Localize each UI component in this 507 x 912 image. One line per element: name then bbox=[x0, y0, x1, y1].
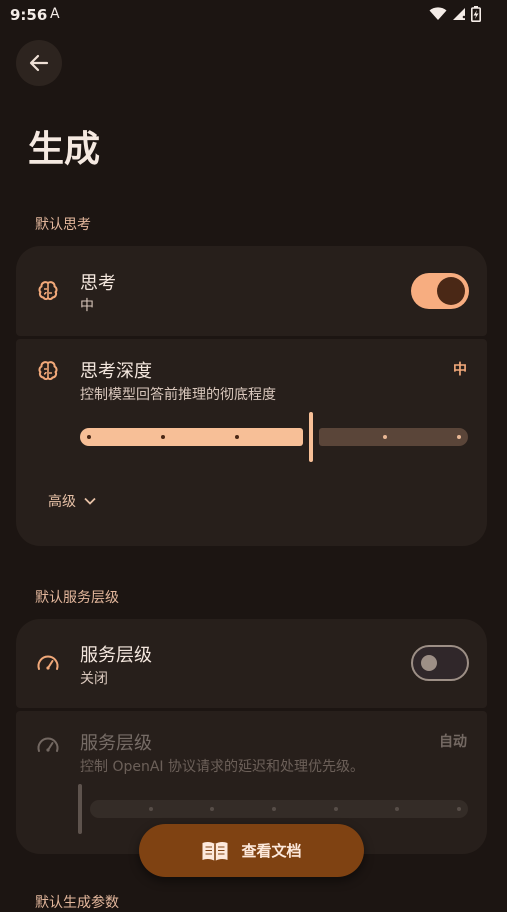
section-label-thinking: 默认思考 bbox=[35, 217, 91, 233]
thinking-depth-value: 中 bbox=[453, 362, 467, 378]
service-tier-value: 关闭 bbox=[80, 671, 108, 687]
service-tier-toggle-row[interactable]: 服务层级 关闭 bbox=[16, 619, 487, 708]
battery-icon bbox=[471, 6, 481, 22]
slider-thumb[interactable] bbox=[309, 412, 313, 462]
view-docs-label: 查看文档 bbox=[241, 842, 302, 860]
switch-knob bbox=[421, 655, 437, 671]
service-tier-detail-title: 服务层级 bbox=[80, 733, 152, 754]
slider-tick bbox=[272, 807, 276, 811]
brain-icon bbox=[38, 361, 58, 381]
slider-active-track bbox=[80, 428, 303, 446]
thinking-depth-description: 控制模型回答前推理的彻底程度 bbox=[80, 387, 276, 403]
status-bar: 9:56 A bbox=[0, 0, 507, 30]
slider-tick bbox=[148, 807, 153, 811]
service-tier-title: 服务层级 bbox=[80, 645, 152, 666]
book-open-icon bbox=[202, 841, 228, 861]
advanced-toggle[interactable]: 高级 bbox=[48, 491, 96, 511]
slider-tick bbox=[235, 435, 239, 439]
thinking-depth-slider[interactable] bbox=[80, 412, 468, 464]
signal-icon bbox=[453, 8, 466, 20]
back-button[interactable] bbox=[16, 40, 62, 86]
slider-inactive-track bbox=[90, 800, 468, 818]
slider-tick bbox=[457, 435, 461, 439]
thinking-depth-title: 思考深度 bbox=[80, 361, 152, 382]
advanced-label: 高级 bbox=[48, 494, 76, 510]
section-label-service-tier: 默认服务层级 bbox=[35, 590, 119, 606]
thinking-title: 思考 bbox=[80, 273, 116, 294]
page-title: 生成 bbox=[28, 129, 101, 170]
arrow-left-icon bbox=[29, 54, 49, 72]
slider-tick bbox=[383, 435, 387, 439]
chevron-down-icon bbox=[84, 497, 96, 505]
brain-icon bbox=[38, 281, 58, 301]
service-tier-description: 控制 OpenAI 协议请求的延迟和处理优先级。 bbox=[80, 759, 364, 775]
thinking-switch[interactable] bbox=[411, 273, 469, 309]
slider-inactive-track bbox=[319, 428, 468, 446]
slider-tick bbox=[333, 807, 338, 811]
notification-icon: A bbox=[50, 6, 60, 22]
switch-knob bbox=[437, 277, 465, 305]
slider-tick bbox=[457, 807, 461, 811]
section-label-generation-params: 默认生成参数 bbox=[35, 895, 119, 911]
thinking-toggle-row[interactable]: 思考 中 bbox=[16, 246, 487, 336]
status-time: 9:56 bbox=[10, 6, 48, 24]
wifi-icon bbox=[429, 7, 447, 20]
thinking-depth-row: 思考深度 中 控制模型回答前推理的彻底程度 高级 bbox=[16, 339, 487, 546]
service-tier-switch[interactable] bbox=[411, 645, 469, 681]
slider-thumb[interactable] bbox=[78, 784, 82, 834]
slider-tick bbox=[87, 435, 91, 439]
thinking-value: 中 bbox=[80, 298, 94, 314]
service-tier-detail-value: 自动 bbox=[439, 734, 467, 750]
slider-tick bbox=[161, 435, 165, 439]
speedometer-icon bbox=[37, 737, 59, 752]
view-docs-button[interactable]: 查看文档 bbox=[139, 824, 364, 877]
status-icons bbox=[429, 6, 481, 22]
speedometer-icon bbox=[37, 655, 59, 670]
